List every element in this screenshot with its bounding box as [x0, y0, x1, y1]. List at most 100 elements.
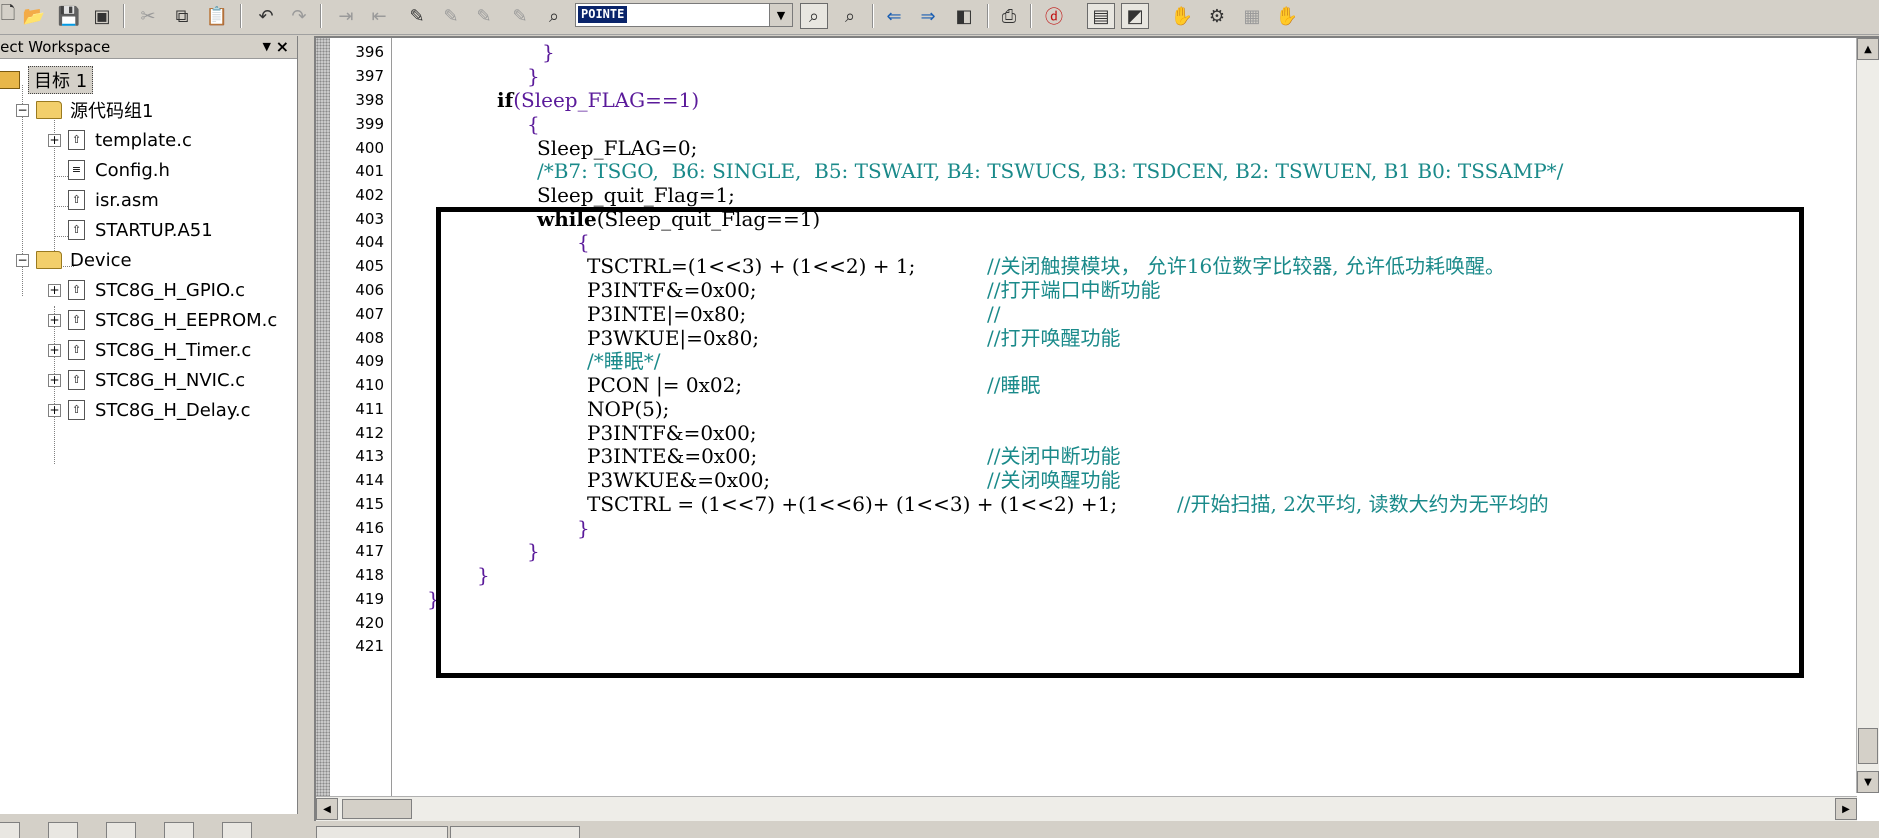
- scroll-up-icon[interactable]: ▲: [1857, 38, 1879, 60]
- expand-icon[interactable]: +: [48, 373, 61, 387]
- workspace-toggle-icon[interactable]: ▤: [1087, 3, 1115, 29]
- find-combobox[interactable]: POINTE ▼: [575, 3, 793, 27]
- cut-icon[interactable]: ✂: [134, 3, 162, 29]
- tree-item-file[interactable]: + ⇧ STC8G_H_Delay.c: [48, 396, 251, 424]
- close-icon[interactable]: ×: [276, 36, 289, 58]
- tree-item-file[interactable]: + ⇧ STC8G_H_Timer.c: [48, 336, 251, 364]
- find-in-files-icon[interactable]: ⌕: [540, 3, 568, 29]
- asm-file-icon: ⇧: [68, 190, 85, 210]
- scrollbar-thumb[interactable]: [1858, 728, 1878, 764]
- line-number-gutter: 396 397 398 399 400 401 402 403 404 405 406 407 408 4…: [330, 38, 390, 821]
- tab-books[interactable]: [106, 822, 136, 838]
- asm-file-icon: ⇧: [68, 220, 85, 240]
- bookmark-icon[interactable]: ✎: [403, 3, 431, 29]
- collapse-icon[interactable]: −: [16, 103, 29, 117]
- horizontal-scrollbar[interactable]: ◀ ▶: [316, 796, 1857, 821]
- output-toggle-icon[interactable]: ◩: [1121, 3, 1149, 29]
- undo-icon[interactable]: ↶: [252, 3, 280, 29]
- save-icon[interactable]: 💾: [55, 3, 83, 29]
- tree-item-label: STC8G_H_GPIO.c: [95, 279, 246, 301]
- document-tab[interactable]: [316, 826, 448, 838]
- tree-item-file[interactable]: + ⇧ template.c: [48, 126, 192, 154]
- tab-functions[interactable]: [164, 822, 194, 838]
- incremental-find-icon[interactable]: ⌕: [836, 3, 864, 29]
- rebuild-icon[interactable]: ▦: [1238, 3, 1266, 29]
- code-comment: //睡眠: [987, 373, 1041, 397]
- debug-icon[interactable]: ⓓ: [1040, 3, 1068, 29]
- tree-item-label: STC8G_H_EEPROM.c: [95, 309, 278, 331]
- code-line: }: [542, 40, 555, 64]
- tree-item-file[interactable]: ≡ Config.h: [68, 156, 170, 184]
- collapse-icon[interactable]: −: [16, 253, 29, 267]
- tree-item-file[interactable]: + ⇧ STC8G_H_NVIC.c: [48, 366, 245, 394]
- code-area[interactable]: } } if(Sleep_FLAG==1) { Sleep_FLAG=0; /*…: [392, 38, 1855, 793]
- workspace-title: ject Workspace: [0, 38, 111, 56]
- c-file-icon: ⇧: [68, 340, 85, 360]
- expand-icon[interactable]: +: [48, 343, 61, 357]
- forward-icon[interactable]: ⇒: [914, 3, 942, 29]
- code-text: (Sleep_FLAG==1): [513, 88, 700, 112]
- c-file-icon: ⇧: [68, 130, 85, 150]
- chevron-down-icon[interactable]: ▼: [769, 4, 792, 26]
- expand-icon[interactable]: +: [48, 313, 61, 327]
- editor-margin: [316, 38, 330, 821]
- tree-item-file[interactable]: ⇧ isr.asm: [68, 186, 159, 214]
- line-number: 421: [355, 637, 384, 655]
- hand-icon[interactable]: ✋: [1168, 3, 1196, 29]
- indent-icon[interactable]: ⇥: [332, 3, 360, 29]
- code-editor[interactable]: 396 397 398 399 400 401 402 403 404 405 406 407 408 4…: [314, 36, 1879, 821]
- code-comment: //打开唤醒功能: [987, 326, 1121, 350]
- tab-files[interactable]: [0, 822, 20, 838]
- tree-item-label: template.c: [95, 129, 192, 151]
- new-file-icon[interactable]: 🗋: [0, 3, 22, 29]
- open-folder-icon[interactable]: 📂: [20, 3, 48, 29]
- header-file-icon: ≡: [68, 160, 85, 180]
- folder-icon: [36, 101, 62, 119]
- toolbar-separator: [987, 4, 989, 28]
- browse-icon[interactable]: ◧: [950, 3, 978, 29]
- tree-item-file[interactable]: + ⇧ STC8G_H_EEPROM.c: [48, 306, 277, 334]
- toolbar-separator: [240, 4, 242, 28]
- build-icon[interactable]: ⚙: [1203, 3, 1231, 29]
- clear-bookmarks-icon[interactable]: ✎: [506, 3, 534, 29]
- expand-icon[interactable]: +: [48, 283, 61, 297]
- redo-icon[interactable]: ↷: [285, 3, 313, 29]
- scrollbar-thumb[interactable]: [342, 799, 412, 819]
- tab-registers[interactable]: [48, 822, 78, 838]
- code-comment: //打开端口中断功能: [987, 278, 1161, 302]
- tree-item-label: STC8G_H_NVIC.c: [95, 369, 246, 391]
- tree-item-file[interactable]: ⇧ STARTUP.A51: [68, 216, 213, 244]
- expand-icon[interactable]: +: [48, 403, 61, 417]
- back-icon[interactable]: ⇐: [880, 3, 908, 29]
- print-icon[interactable]: ⎙: [995, 3, 1023, 29]
- prev-bookmark-icon[interactable]: ✎: [470, 3, 498, 29]
- unindent-icon[interactable]: ⇤: [365, 3, 393, 29]
- code-text: (Sleep_quit_Flag==1): [596, 207, 821, 231]
- document-tabs: [314, 821, 1879, 838]
- tree-item-source-group[interactable]: − 源代码组1: [16, 96, 153, 124]
- scroll-right-icon[interactable]: ▶: [1835, 798, 1857, 820]
- copy-icon[interactable]: ⧉: [168, 3, 196, 29]
- code-line: }: [477, 563, 490, 587]
- workspace-tabs: [0, 814, 297, 838]
- chevron-down-icon[interactable]: ▼: [263, 36, 271, 58]
- tree-item-label: Config.h: [95, 159, 170, 181]
- save-all-icon[interactable]: ▣: [88, 3, 116, 29]
- tab-templates[interactable]: [222, 822, 252, 838]
- toolbar-separator: [123, 4, 125, 28]
- tree-item-device-group[interactable]: − Device: [16, 246, 132, 274]
- paste-icon[interactable]: 📋: [203, 3, 231, 29]
- tree-item-target[interactable]: 目标 1: [0, 66, 94, 94]
- expand-icon[interactable]: +: [48, 133, 61, 147]
- vertical-scrollbar[interactable]: ▲ ▼: [1856, 38, 1879, 793]
- next-bookmark-icon[interactable]: ✎: [437, 3, 465, 29]
- folder-icon: [36, 251, 62, 269]
- scroll-left-icon[interactable]: ◀: [316, 798, 338, 820]
- stop-icon[interactable]: ✋: [1273, 3, 1301, 29]
- tree-item-file[interactable]: + ⇧ STC8G_H_GPIO.c: [48, 276, 245, 304]
- find-icon[interactable]: ⌕: [800, 3, 828, 29]
- scroll-down-icon[interactable]: ▼: [1857, 771, 1879, 793]
- document-tab[interactable]: [450, 826, 580, 838]
- code-line: }: [427, 587, 440, 611]
- find-combobox-value[interactable]: POINTE: [578, 6, 628, 23]
